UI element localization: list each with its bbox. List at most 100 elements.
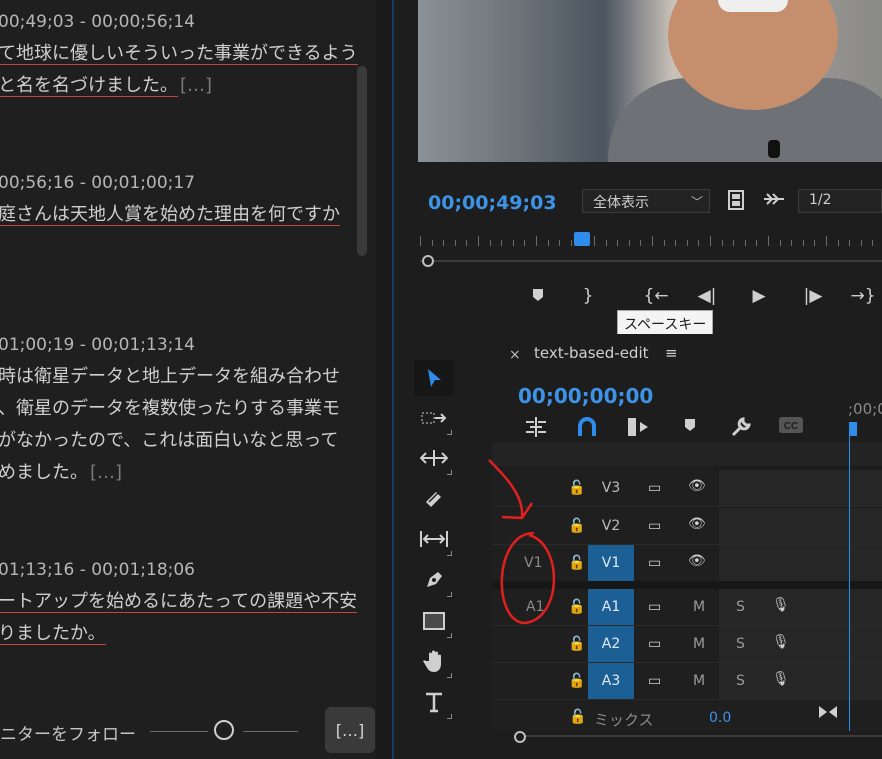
- slip-tool-icon[interactable]: [414, 521, 454, 557]
- solo-button[interactable]: S: [736, 673, 745, 689]
- eye-icon[interactable]: 👁: [688, 478, 706, 494]
- solo-button[interactable]: S: [736, 636, 745, 652]
- panel-menu-icon[interactable]: ≡: [665, 344, 678, 362]
- close-icon[interactable]: ×: [509, 347, 521, 363]
- fast-forward-icon[interactable]: [763, 192, 785, 210]
- microphone-icon[interactable]: 🎙: [772, 634, 790, 650]
- sequence-tab[interactable]: text-based-edit: [534, 344, 649, 362]
- transcript-line[interactable]: ートアップを始めるにあたっての課題や不安: [0, 586, 360, 618]
- transcript-segment[interactable]: 01;00;19 - 00;01;13;14 時は衛星データと地上データを組み合…: [0, 335, 360, 489]
- hand-tool-icon[interactable]: [414, 643, 454, 679]
- timeline-playhead[interactable]: [849, 422, 857, 436]
- lock-icon[interactable]: 🔓: [568, 518, 585, 534]
- lock-icon[interactable]: 🔓: [568, 555, 585, 571]
- track-name[interactable]: A3: [588, 663, 634, 699]
- transcript-line[interactable]: 時は衛星データと地上データを組み合わせ: [0, 361, 360, 393]
- ellipsis[interactable]: […]: [180, 75, 212, 96]
- microphone-icon[interactable]: 🎙: [772, 671, 790, 687]
- add-marker-button[interactable]: [525, 286, 551, 308]
- transcript-line[interactable]: と名を名づけました。 […]: [0, 70, 360, 102]
- panel-divider[interactable]: [392, 0, 394, 759]
- sync-lock-icon[interactable]: ▭: [648, 673, 661, 689]
- step-back-button[interactable]: ◀|: [694, 286, 720, 308]
- timeline-zoom-scrollbar[interactable]: [516, 735, 882, 737]
- selection-tool-icon[interactable]: [414, 360, 454, 396]
- ruler-tick: [512, 240, 514, 246]
- snap-magnet-icon[interactable]: [576, 416, 598, 443]
- transcript-line[interactable]: 庭さんは天地人賞を始めた理由を何ですか: [0, 199, 360, 231]
- program-monitor-video: [418, 0, 882, 162]
- sync-lock-icon[interactable]: ▭: [648, 636, 661, 652]
- add-marker-icon[interactable]: [682, 416, 698, 439]
- transcript-line[interactable]: 、衛星のデータを複数使ったりする事業モ: [0, 393, 360, 425]
- captions-icon[interactable]: CC: [778, 416, 804, 439]
- lock-icon[interactable]: 🔓: [568, 599, 585, 615]
- playhead-timecode[interactable]: 00;00;49;03: [428, 192, 557, 214]
- rectangle-tool-icon[interactable]: [414, 603, 454, 639]
- microphone-icon[interactable]: 🎙: [772, 597, 790, 613]
- ruler-tick: [443, 240, 445, 246]
- zoom-level-dropdown[interactable]: 全体表示 ﹀: [582, 189, 710, 213]
- ruler-tick: [675, 240, 677, 246]
- step-forward-button[interactable]: |▶: [800, 286, 826, 308]
- go-to-in-button[interactable]: {←: [641, 286, 671, 308]
- mute-button[interactable]: M: [693, 673, 705, 689]
- track-select-tool-icon[interactable]: [414, 400, 454, 436]
- lock-icon[interactable]: 🔓: [568, 480, 585, 496]
- zoom-slider-track[interactable]: [150, 731, 208, 732]
- lock-icon[interactable]: 🔓: [568, 673, 585, 689]
- mark-out-button[interactable]: }: [575, 286, 601, 308]
- mute-button[interactable]: M: [693, 636, 705, 652]
- ruler-tick: [710, 236, 711, 246]
- go-to-end-icon[interactable]: [818, 704, 838, 724]
- linked-selection-icon[interactable]: [626, 416, 650, 443]
- transcript-line[interactable]: がなかったので、これは面白いなと思って: [0, 425, 360, 457]
- sync-lock-icon[interactable]: ▭: [648, 555, 661, 571]
- play-button[interactable]: ▶: [746, 286, 772, 308]
- monitor-zoom-handle[interactable]: [422, 255, 434, 267]
- ellipsis[interactable]: […]: [90, 462, 122, 483]
- solo-button[interactable]: S: [736, 599, 745, 615]
- transcript-segment[interactable]: 01;13;16 - 00;01;18;06 ートアップを始めるにあたっての課題…: [0, 560, 360, 650]
- track-a3[interactable]: 🔓 A3 ▭ M S 🎙: [492, 663, 882, 700]
- insert-edit-icon[interactable]: [524, 416, 548, 443]
- track-name[interactable]: V3: [588, 470, 634, 506]
- lock-icon[interactable]: 🔓: [568, 636, 585, 652]
- timeline-timecode[interactable]: 00;00;00;00: [518, 384, 653, 408]
- wrench-settings-icon[interactable]: [730, 416, 752, 443]
- track-name[interactable]: V1: [588, 545, 634, 581]
- transcript-line[interactable]: りましたか。: [0, 618, 360, 650]
- eye-icon[interactable]: 👁: [688, 516, 706, 532]
- film-settings-icon[interactable]: [727, 190, 745, 210]
- playback-resolution-dropdown[interactable]: 1/2: [798, 189, 882, 213]
- timeline-zoom-handle[interactable]: [514, 731, 526, 743]
- pen-tool-icon[interactable]: [414, 562, 454, 598]
- eye-icon[interactable]: 👁: [688, 553, 706, 569]
- razor-tool-icon[interactable]: [414, 480, 454, 516]
- monitor-zoom-scrollbar[interactable]: [420, 260, 882, 262]
- segment-timecode: 00;56;16 - 00;01;00;17: [0, 173, 196, 193]
- sync-lock-icon[interactable]: ▭: [648, 599, 661, 615]
- sync-lock-icon[interactable]: ▭: [648, 480, 661, 496]
- ruler-tick: [872, 240, 874, 246]
- type-tool-icon[interactable]: [414, 684, 454, 720]
- ruler-tick: [849, 240, 851, 246]
- go-to-out-button[interactable]: →}: [848, 286, 878, 308]
- more-options-button[interactable]: […]: [325, 707, 375, 753]
- transcript-segment[interactable]: 00;56;16 - 00;01;00;17 庭さんは天地人賞を始めた理由を何で…: [0, 173, 360, 231]
- mute-button[interactable]: M: [693, 599, 705, 615]
- sync-lock-icon[interactable]: ▭: [648, 518, 661, 534]
- lock-icon[interactable]: 🔓: [569, 709, 586, 725]
- track-name[interactable]: V2: [588, 508, 634, 544]
- zoom-slider-handle[interactable]: [214, 720, 234, 740]
- track-name[interactable]: A2: [588, 626, 634, 662]
- transcript-segment[interactable]: 00;49;03 - 00;00;56;14 て地球に優しいそういった事業ができ…: [0, 12, 360, 102]
- zoom-slider-track[interactable]: [243, 731, 298, 732]
- transcript-line[interactable]: めました。 […]: [0, 457, 360, 489]
- monitor-playhead[interactable]: [574, 232, 590, 246]
- track-name[interactable]: A1: [588, 589, 634, 625]
- transcript-line[interactable]: て地球に優しいそういった事業ができるよう: [0, 38, 360, 70]
- monitor-time-ruler[interactable]: [418, 232, 882, 250]
- ripple-edit-tool-icon[interactable]: [414, 440, 454, 476]
- mix-volume-value[interactable]: 0.0: [709, 710, 731, 726]
